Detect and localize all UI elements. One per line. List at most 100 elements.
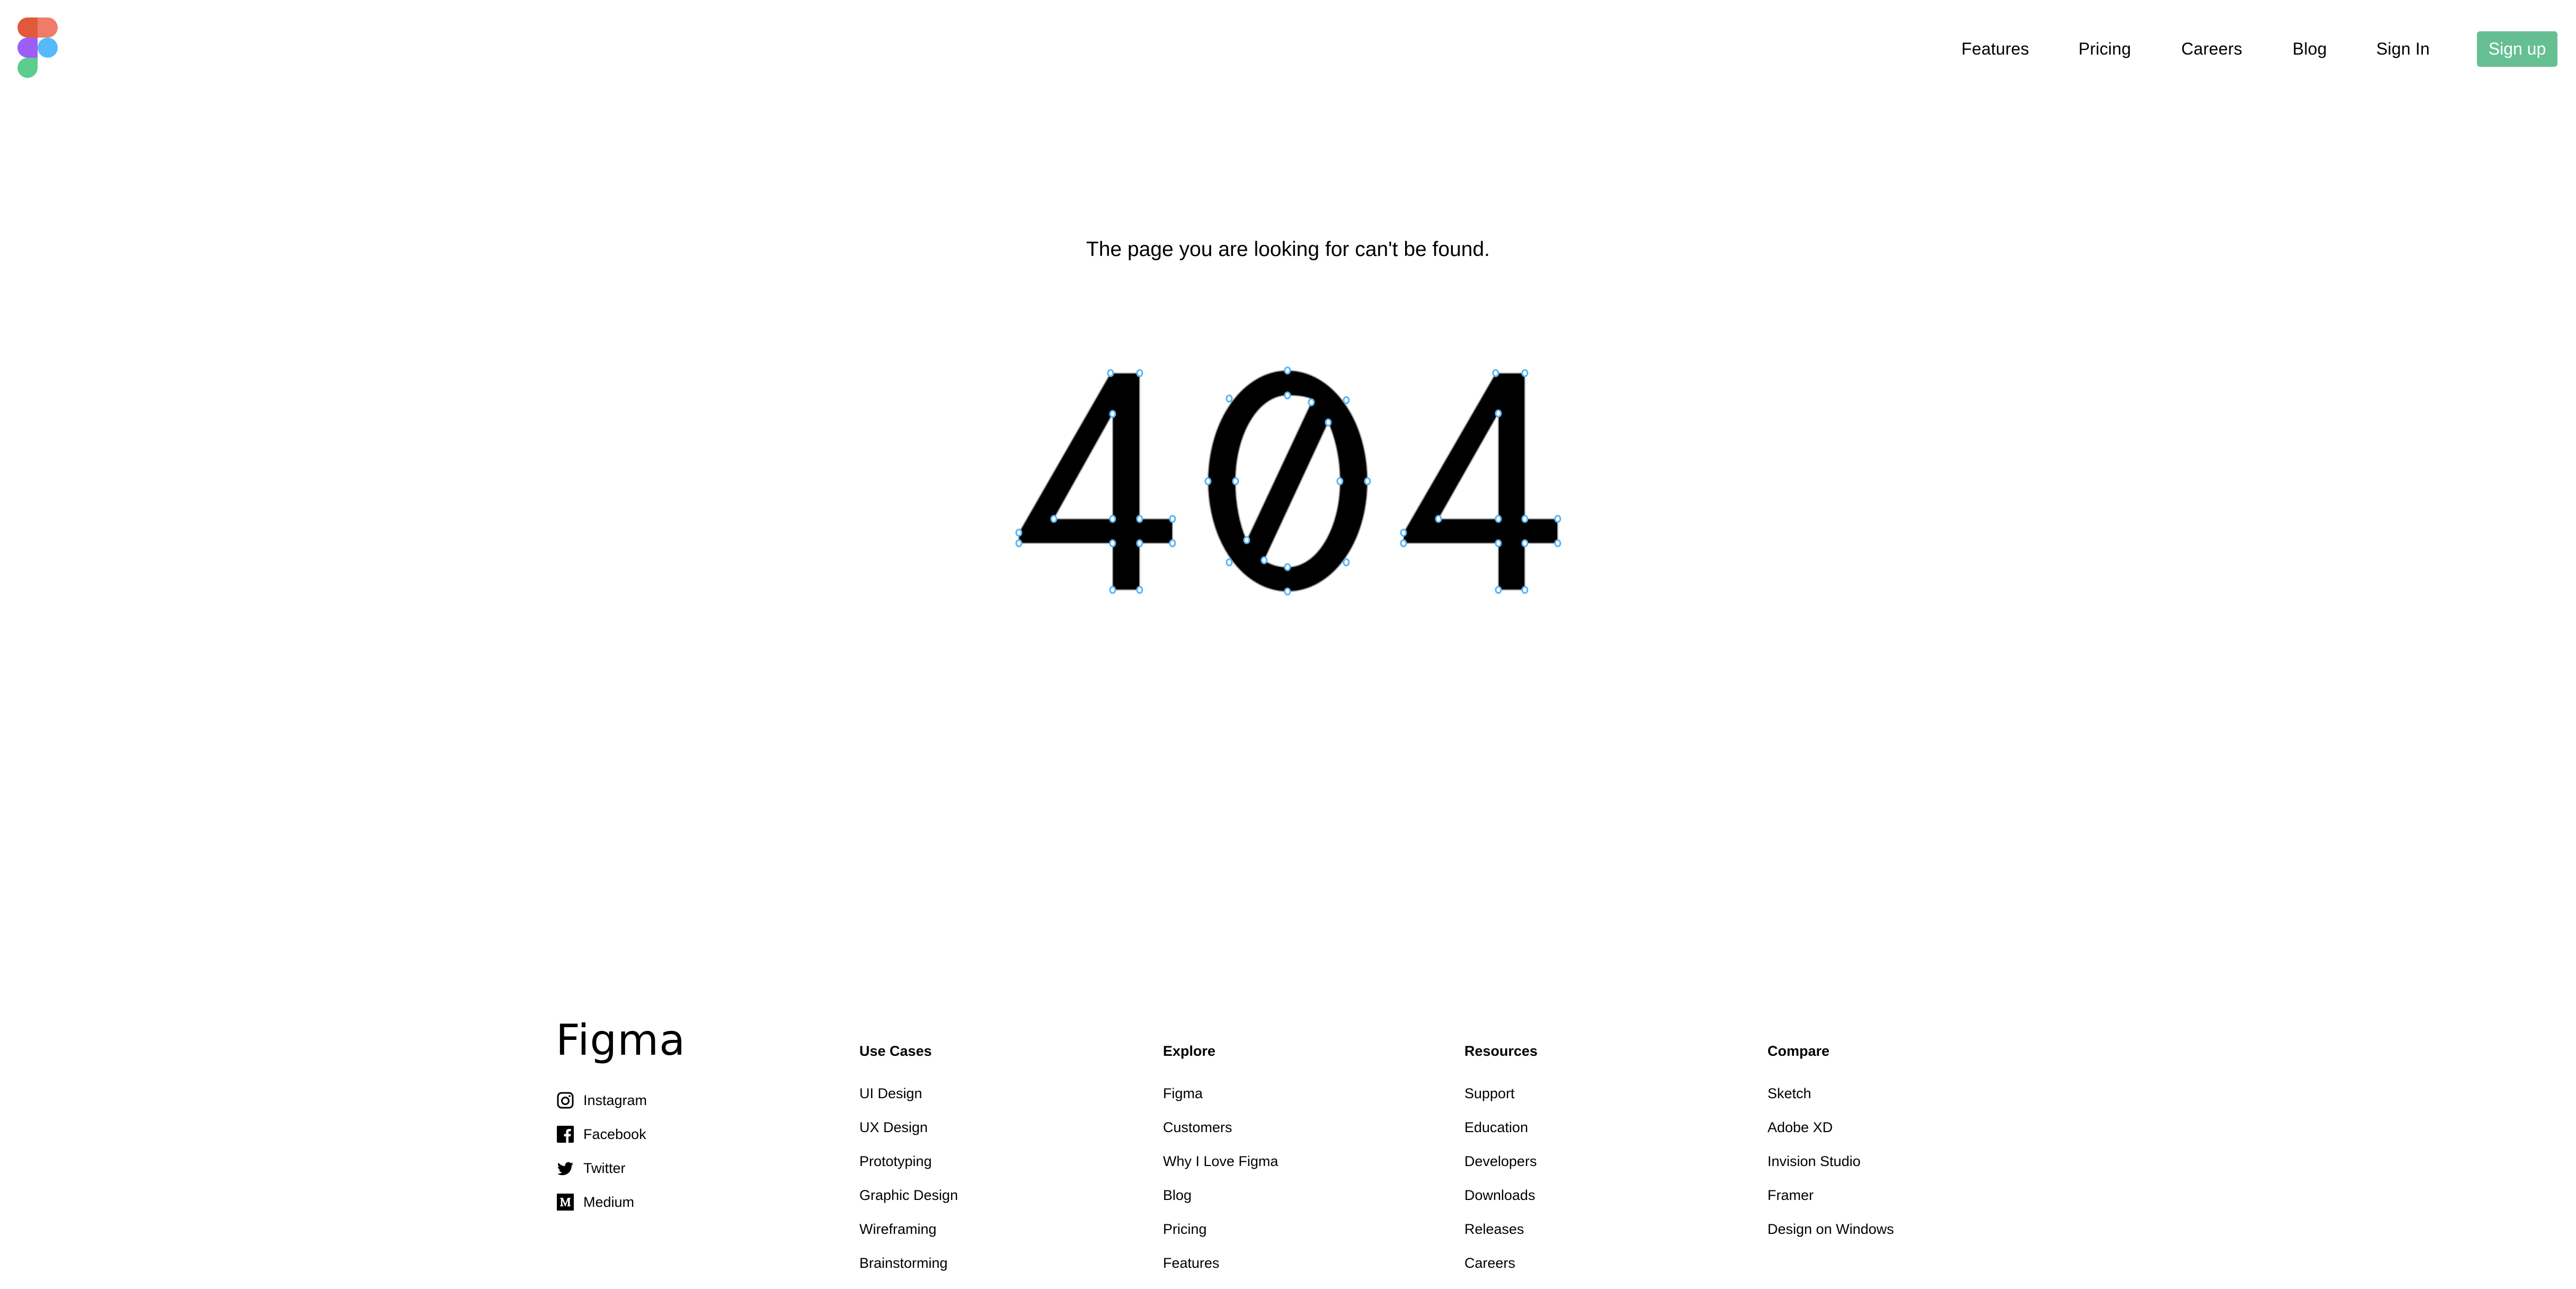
vector-control-point <box>1225 394 1233 403</box>
footer-link[interactable]: Wireframing <box>859 1220 958 1238</box>
social-label: Twitter <box>583 1160 626 1176</box>
footer-link[interactable]: Customers <box>1163 1118 1278 1136</box>
sign-up-button[interactable]: Sign up <box>2477 31 2557 67</box>
twitter-icon <box>557 1160 574 1177</box>
footer-link-list: UI Design UX Design Prototyping Graphic … <box>859 1084 958 1272</box>
footer-link-list: Support Education Developers Downloads R… <box>1464 1084 1538 1272</box>
vector-control-point <box>1343 558 1350 567</box>
vector-control-point <box>1225 558 1233 567</box>
logo-segment-blue <box>38 38 58 58</box>
footer-column-heading: Use Cases <box>859 1043 932 1059</box>
vector-control-point <box>1136 369 1143 377</box>
vector-control-point <box>1364 477 1371 485</box>
figma-logo-icon[interactable] <box>17 17 58 79</box>
footer-link[interactable]: Sketch <box>1767 1084 1894 1102</box>
footer-link[interactable]: Framer <box>1767 1186 1894 1204</box>
footer-column-resources: Resources Support Education Developers D… <box>1464 1042 1538 1288</box>
vector-control-point <box>1284 587 1291 596</box>
nav-features[interactable]: Features <box>1961 36 2029 61</box>
vector-control-point <box>1109 539 1116 548</box>
footer-link[interactable]: Figma <box>1163 1084 1278 1102</box>
vector-control-point <box>1521 369 1529 377</box>
vector-control-point <box>1495 539 1502 548</box>
social-link-instagram[interactable]: Instagram <box>557 1090 647 1111</box>
footer-link[interactable]: Brainstorming <box>859 1254 958 1272</box>
vector-control-point <box>1284 563 1291 571</box>
footer-link[interactable]: Design on Windows <box>1767 1220 1894 1238</box>
vector-control-point <box>1204 477 1212 485</box>
footer-link[interactable]: Graphic Design <box>859 1186 958 1204</box>
vector-control-point <box>1325 418 1332 427</box>
social-link-facebook[interactable]: Facebook <box>557 1124 646 1145</box>
footer-link[interactable]: UX Design <box>859 1118 958 1136</box>
logo-segment-salmon <box>38 17 58 38</box>
vector-control-point <box>1495 515 1502 523</box>
digit-four-left <box>1018 373 1173 590</box>
footer-link[interactable]: Invision Studio <box>1767 1152 1894 1170</box>
footer-column-heading: Resources <box>1464 1043 1538 1059</box>
footer-link[interactable]: Prototyping <box>859 1152 958 1170</box>
footer-link-list: Figma Customers Why I Love Figma Blog Pr… <box>1163 1084 1278 1272</box>
vector-control-point <box>1343 396 1350 404</box>
vector-control-point <box>1492 369 1499 377</box>
footer-column-compare: Compare Sketch Adobe XD Invision Studio … <box>1767 1042 1894 1254</box>
logo-segment-green <box>17 58 38 78</box>
footer-link[interactable]: Developers <box>1464 1152 1538 1170</box>
nav-careers[interactable]: Careers <box>2181 36 2242 61</box>
social-label: Facebook <box>583 1126 646 1142</box>
footer-column-heading: Explore <box>1163 1043 1216 1059</box>
footer-column-use-cases: Use Cases UI Design UX Design Prototypin… <box>859 1042 958 1288</box>
social-link-medium[interactable]: Medium <box>557 1191 634 1213</box>
footer-link[interactable]: Blog <box>1163 1186 1278 1204</box>
vector-control-point <box>1050 515 1058 523</box>
vector-control-point <box>1521 539 1529 548</box>
vector-control-point <box>1107 369 1114 377</box>
vector-control-point <box>1554 515 1561 523</box>
footer-column-explore: Explore Figma Customers Why I Love Figma… <box>1163 1042 1278 1288</box>
digit-four-right <box>1403 373 1558 590</box>
vector-control-point <box>1260 556 1268 564</box>
footer-link[interactable]: Pricing <box>1163 1220 1278 1238</box>
nav-pricing[interactable]: Pricing <box>2078 36 2131 61</box>
footer-link[interactable]: Support <box>1464 1084 1538 1102</box>
footer-link[interactable]: Features <box>1163 1254 1278 1272</box>
footer-link[interactable]: Releases <box>1464 1220 1538 1238</box>
logo-segment-red <box>17 17 38 38</box>
vector-control-point <box>1284 366 1291 375</box>
medium-icon <box>557 1194 574 1211</box>
vector-control-point <box>1109 586 1116 594</box>
vector-control-point <box>1336 477 1344 485</box>
social-label: Medium <box>583 1194 635 1210</box>
digit-zero <box>1207 369 1369 593</box>
social-label: Instagram <box>583 1092 647 1108</box>
footer-column-heading: Compare <box>1767 1043 1830 1059</box>
vector-control-point <box>1136 515 1143 523</box>
footer-link[interactable]: Downloads <box>1464 1186 1538 1204</box>
vector-control-point <box>1400 528 1407 537</box>
footer-link[interactable]: UI Design <box>859 1084 958 1102</box>
nav-blog[interactable]: Blog <box>2293 36 2327 61</box>
not-found-message: The page you are looking for can't be fo… <box>1086 238 1490 261</box>
instagram-icon <box>557 1092 574 1109</box>
vector-control-point <box>1109 410 1116 418</box>
vector-control-point <box>1109 515 1116 523</box>
vector-control-point <box>1136 539 1143 548</box>
footer-figma-wordmark: Figma <box>556 1016 686 1065</box>
footer-link-list: Sketch Adobe XD Invision Studio Framer D… <box>1767 1084 1894 1238</box>
vector-control-point <box>1308 398 1315 407</box>
logo-segment-purple <box>17 38 38 58</box>
social-link-twitter[interactable]: Twitter <box>557 1158 626 1179</box>
vector-control-point <box>1400 539 1407 548</box>
facebook-icon <box>557 1126 574 1143</box>
footer-link[interactable]: Why I Love Figma <box>1163 1152 1278 1170</box>
vector-control-point <box>1495 586 1502 594</box>
vector-control-point <box>1495 409 1502 418</box>
vector-control-point <box>1015 539 1023 548</box>
footer-link[interactable]: Careers <box>1464 1254 1538 1272</box>
nav-sign-in[interactable]: Sign In <box>2376 36 2430 61</box>
vector-control-point <box>1169 539 1176 548</box>
vector-control-point <box>1169 515 1176 523</box>
footer-link[interactable]: Education <box>1464 1118 1538 1136</box>
vector-control-point <box>1554 539 1561 548</box>
footer-link[interactable]: Adobe XD <box>1767 1118 1894 1136</box>
